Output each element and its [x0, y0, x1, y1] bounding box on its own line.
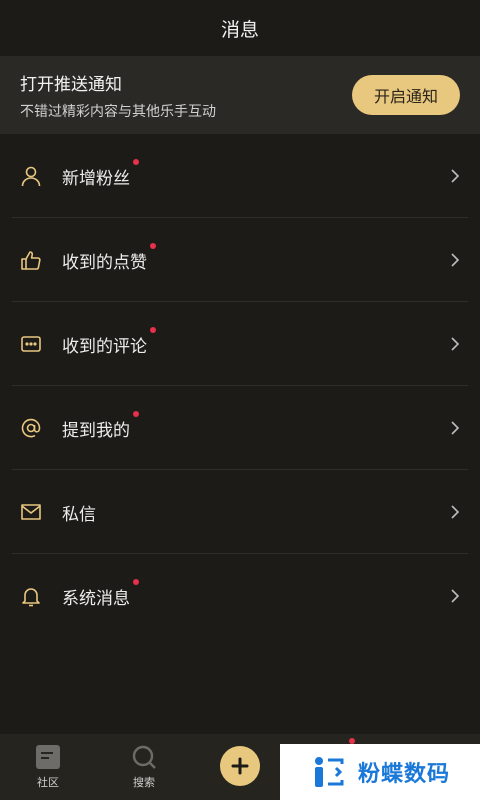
unread-badge: [150, 242, 156, 249]
message-list: 新增粉丝 收到的点赞 收到的评论 提到我的 私信 系统消息: [0, 134, 480, 638]
chevron-right-icon: [451, 589, 460, 603]
add-post-button[interactable]: [220, 746, 260, 786]
list-item-label: 私信: [62, 504, 96, 525]
watermark-text: 粉蝶数码: [357, 762, 450, 787]
list-item-label: 新增粉丝: [62, 168, 130, 189]
watermark: 粉蝶数码: [280, 744, 480, 800]
page-header: 消息: [0, 0, 480, 56]
chevron-right-icon: [451, 169, 460, 183]
tab-label: 搜索: [133, 776, 155, 789]
chevron-right-icon: [451, 253, 460, 267]
list-item-label-wrap: 新增粉丝: [62, 158, 139, 189]
watermark-logo: [314, 757, 344, 787]
list-item-comments[interactable]: 收到的评论: [0, 302, 480, 386]
list-item-label: 提到我的: [62, 420, 130, 441]
banner-subtitle: 不错过精彩内容与其他乐手互动: [20, 103, 216, 120]
tab-label: 社区: [37, 776, 59, 789]
chevron-right-icon: [451, 421, 460, 435]
tab-community[interactable]: 社区: [0, 734, 96, 800]
list-item-label: 系统消息: [62, 588, 130, 609]
user-icon: [20, 165, 42, 187]
thumbs-up-icon: [20, 249, 42, 271]
list-item-likes[interactable]: 收到的点赞: [0, 218, 480, 302]
unread-badge: [150, 326, 156, 333]
unread-badge: [133, 578, 139, 585]
chevron-right-icon: [451, 505, 460, 519]
list-item-mentions[interactable]: 提到我的: [0, 386, 480, 470]
enable-notification-button[interactable]: 开启通知: [352, 75, 460, 115]
page-title: 消息: [220, 18, 259, 41]
envelope-icon: [20, 501, 42, 523]
list-item-label-wrap: 收到的点赞: [62, 242, 156, 273]
list-item-new-followers[interactable]: 新增粉丝: [0, 134, 480, 218]
at-icon: [20, 417, 42, 439]
banner-text: 打开推送通知 不错过精彩内容与其他乐手互动: [20, 70, 216, 121]
search-icon: [132, 745, 156, 769]
banner-title: 打开推送通知: [20, 74, 122, 95]
list-item-label-wrap: 提到我的: [62, 410, 139, 441]
plus-icon: [231, 757, 249, 775]
chevron-right-icon: [451, 337, 460, 351]
list-item-label: 收到的点赞: [62, 252, 147, 273]
tab-search[interactable]: 搜索: [96, 734, 192, 800]
community-icon: [36, 745, 60, 769]
list-item-label-wrap: 系统消息: [62, 578, 139, 609]
unread-badge: [133, 410, 139, 417]
list-item-label-wrap: 私信: [62, 500, 96, 525]
list-item-label-wrap: 收到的评论: [62, 326, 156, 357]
unread-badge: [133, 158, 139, 165]
bell-icon: [20, 585, 42, 607]
push-notification-banner: 打开推送通知 不错过精彩内容与其他乐手互动 开启通知: [0, 56, 480, 134]
comment-icon: [20, 333, 42, 355]
list-item-private-messages[interactable]: 私信: [0, 470, 480, 554]
list-item-label: 收到的评论: [62, 336, 147, 357]
list-item-system-messages[interactable]: 系统消息: [0, 554, 480, 638]
